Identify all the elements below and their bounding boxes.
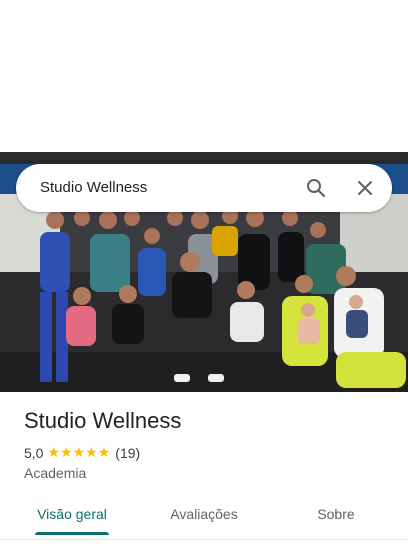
- close-icon[interactable]: [353, 176, 377, 200]
- active-tab-indicator: [35, 532, 109, 535]
- tab-about[interactable]: Sobre: [290, 496, 382, 532]
- rating-stars: ★ ★ ★ ★ ★: [47, 446, 110, 460]
- tab-overview[interactable]: Visão geral: [24, 496, 120, 532]
- star-icon: ★: [60, 445, 73, 461]
- map-blank-area: [0, 0, 408, 152]
- search-icon[interactable]: [304, 176, 328, 200]
- review-count[interactable]: (19): [115, 445, 140, 461]
- star-icon: ★: [72, 445, 86, 461]
- place-name: Studio Wellness: [24, 408, 182, 433]
- star-icon: ★: [47, 445, 61, 461]
- place-tabs: Visão geral Avaliações Sobre: [0, 496, 408, 536]
- tabs-divider: [0, 539, 408, 540]
- star-icon: ★: [85, 445, 98, 461]
- tab-reviews[interactable]: Avaliações: [156, 496, 252, 532]
- search-box[interactable]: [16, 164, 392, 212]
- rating-row[interactable]: 5,0 ★ ★ ★ ★ ★ (19): [24, 444, 140, 462]
- rating-value: 5,0: [24, 445, 44, 461]
- star-icon: ★: [97, 445, 111, 461]
- search-input[interactable]: [40, 164, 280, 212]
- place-category: Academia: [24, 465, 87, 481]
